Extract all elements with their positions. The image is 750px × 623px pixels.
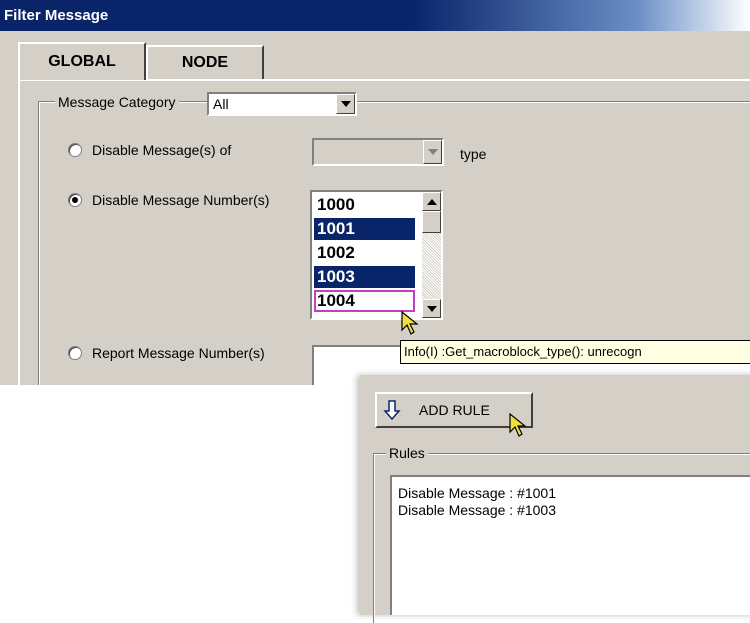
filter-message-dialog: Filter Message GLOBAL NODE Message Categ… xyxy=(0,0,750,385)
disable-type-label: Disable Message(s) of xyxy=(92,142,232,158)
arrow-down-icon xyxy=(426,305,437,312)
disable-numbers-label: Disable Message Number(s) xyxy=(92,192,270,208)
tooltip: Info(I) :Get_macroblock_type(): unrecogn xyxy=(400,340,750,364)
list-scrollbar[interactable] xyxy=(422,192,441,318)
list-item[interactable]: 1001 xyxy=(314,218,415,240)
title-bar: Filter Message xyxy=(0,0,750,31)
disable-numbers-option[interactable]: Disable Message Number(s) xyxy=(68,192,269,208)
message-type-select[interactable] xyxy=(312,138,444,166)
chevron-down-icon[interactable] xyxy=(336,94,355,114)
add-rule-label: ADD RULE xyxy=(419,402,490,418)
report-numbers-radio[interactable] xyxy=(68,346,82,360)
arrow-up-icon xyxy=(426,198,437,205)
type-suffix-label: type xyxy=(460,146,487,162)
list-item[interactable]: 1004 xyxy=(314,290,415,312)
arrow-down-icon xyxy=(383,400,401,421)
message-number-list[interactable]: 1000 1001 1002 1003 1004 xyxy=(310,190,443,320)
disable-numbers-radio[interactable] xyxy=(68,193,82,207)
list-item[interactable]: 1002 xyxy=(314,242,415,264)
message-category-select[interactable]: All xyxy=(207,92,357,116)
list-item[interactable]: 1003 xyxy=(314,266,415,288)
scroll-thumb[interactable] xyxy=(422,211,441,233)
tab-global[interactable]: GLOBAL xyxy=(18,42,146,80)
mouse-pointer-icon xyxy=(509,412,527,437)
tab-node-label: NODE xyxy=(181,54,229,71)
message-category-label: Message Category xyxy=(55,94,179,110)
rules-list[interactable]: Disable Message : #1001 Disable Message … xyxy=(390,475,750,615)
list-item[interactable]: Disable Message : #1003 xyxy=(398,502,556,518)
scroll-up-button[interactable] xyxy=(422,192,441,211)
report-numbers-option[interactable]: Report Message Number(s) xyxy=(68,345,265,361)
report-numbers-label: Report Message Number(s) xyxy=(92,345,265,361)
tab-global-label: GLOBAL xyxy=(48,53,116,70)
scroll-down-button[interactable] xyxy=(422,299,441,318)
chevron-down-icon[interactable] xyxy=(423,140,442,164)
disable-type-radio[interactable] xyxy=(68,143,82,157)
list-item[interactable]: Disable Message : #1001 xyxy=(398,485,556,501)
tab-node[interactable]: NODE xyxy=(146,45,264,79)
rules-label: Rules xyxy=(386,445,428,461)
disable-type-option[interactable]: Disable Message(s) of xyxy=(68,142,231,158)
list-item[interactable]: 1000 xyxy=(314,194,415,216)
window-title: Filter Message xyxy=(4,7,109,24)
mouse-pointer-icon xyxy=(401,310,419,335)
message-category-value: All xyxy=(213,96,229,112)
